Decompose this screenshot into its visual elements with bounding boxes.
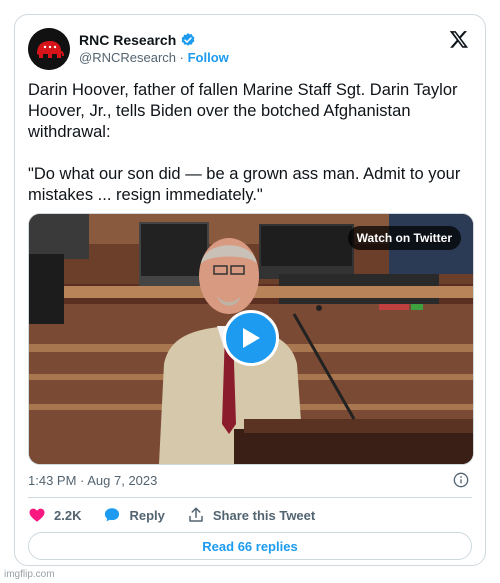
play-icon	[243, 328, 260, 348]
tweet-timestamp[interactable]: 1:43 PM · Aug 7, 2023	[28, 473, 157, 488]
handle-separator: ·	[179, 50, 184, 65]
watch-on-twitter-badge[interactable]: Watch on Twitter	[347, 226, 461, 250]
author-avatar[interactable]	[28, 28, 70, 70]
share-button[interactable]: Share this Tweet	[187, 506, 315, 524]
verified-badge-icon	[181, 33, 195, 46]
like-button[interactable]: 2.2K	[28, 506, 81, 524]
author-name-row: RNC Research	[79, 32, 196, 48]
reply-label: Reply	[129, 507, 165, 523]
tweet-paragraph: "Do what our son did — be a grown ass ma…	[28, 165, 461, 204]
share-label: Share this Tweet	[212, 507, 316, 523]
follow-button[interactable]: Follow	[188, 50, 229, 65]
like-count: 2.2K	[54, 507, 82, 523]
info-icon[interactable]	[453, 472, 469, 488]
author-handle-row: @RNCResearch · Follow	[79, 50, 229, 65]
divider	[28, 497, 472, 498]
video-thumbnail[interactable]: Watch on Twitter	[28, 213, 474, 465]
author-handle[interactable]: @RNCResearch	[79, 50, 176, 65]
heart-icon	[29, 508, 45, 522]
share-icon	[189, 507, 203, 522]
tweet-paragraph: Darin Hoover, father of fallen Marine St…	[28, 81, 458, 141]
action-bar: 2.2K Reply Share this Tweet	[28, 506, 337, 524]
author-name[interactable]: RNC Research	[79, 32, 176, 48]
tweet-text: Darin Hoover, father of fallen Marine St…	[28, 80, 473, 227]
play-button[interactable]	[223, 310, 279, 366]
read-replies-button[interactable]: Read 66 replies	[28, 532, 472, 560]
watermark: imgflip.com	[4, 569, 55, 580]
tweet-card: RNC Research @RNCResearch · Follow Darin…	[14, 14, 486, 566]
reply-bubble-icon	[105, 508, 120, 522]
reply-button[interactable]: Reply	[103, 506, 165, 524]
x-logo-icon[interactable]	[449, 29, 469, 49]
elephant-logo-icon	[28, 28, 70, 70]
